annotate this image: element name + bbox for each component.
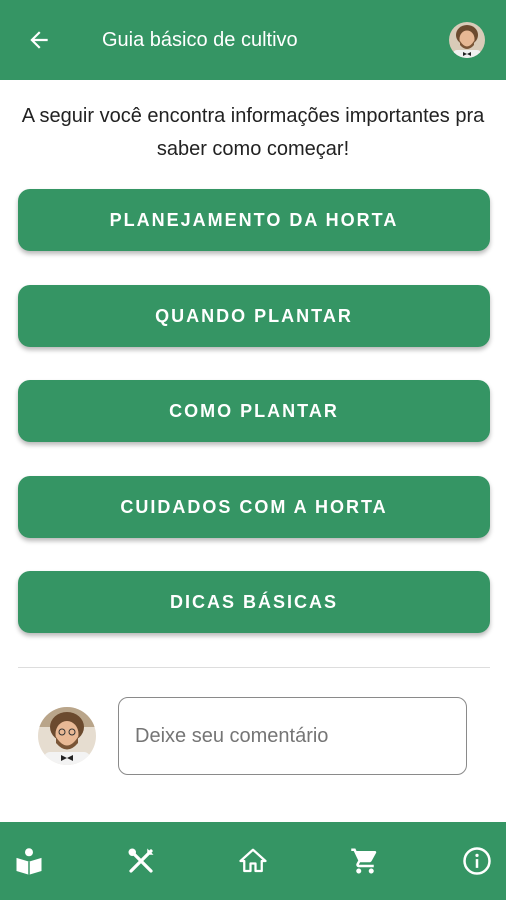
- divider: [18, 667, 490, 668]
- tools-icon: [128, 848, 154, 873]
- info-icon: [463, 847, 491, 875]
- user-avatar[interactable]: [449, 22, 485, 58]
- app-bar: Guia básico de cultivo: [0, 0, 506, 80]
- dicas-basicas-button[interactable]: DICAS BÁSICAS: [18, 571, 490, 633]
- nav-cart[interactable]: [348, 844, 382, 878]
- cart-icon: [351, 848, 377, 874]
- arrow-left-icon: [30, 31, 48, 49]
- quando-plantar-button[interactable]: QUANDO PLANTAR: [18, 285, 490, 347]
- bottom-nav: [0, 822, 506, 900]
- book-reader-icon: [16, 848, 42, 875]
- intro-text: A seguir você encontra informações impor…: [21, 105, 485, 160]
- nav-guide[interactable]: [12, 844, 46, 878]
- home-icon: [239, 848, 267, 873]
- back-button[interactable]: [24, 25, 54, 55]
- cuidados-button[interactable]: CUIDADOS COM A HORTA: [18, 476, 490, 538]
- planejamento-button[interactable]: PLANEJAMENTO DA HORTA: [18, 189, 490, 251]
- comment-avatar: [38, 707, 96, 765]
- nav-home[interactable]: [236, 844, 270, 878]
- como-plantar-button[interactable]: COMO PLANTAR: [18, 380, 490, 442]
- nav-tools[interactable]: [124, 844, 158, 878]
- comment-input[interactable]: [118, 697, 467, 775]
- page-title: Guia básico de cultivo: [102, 28, 298, 51]
- nav-info[interactable]: [460, 844, 494, 878]
